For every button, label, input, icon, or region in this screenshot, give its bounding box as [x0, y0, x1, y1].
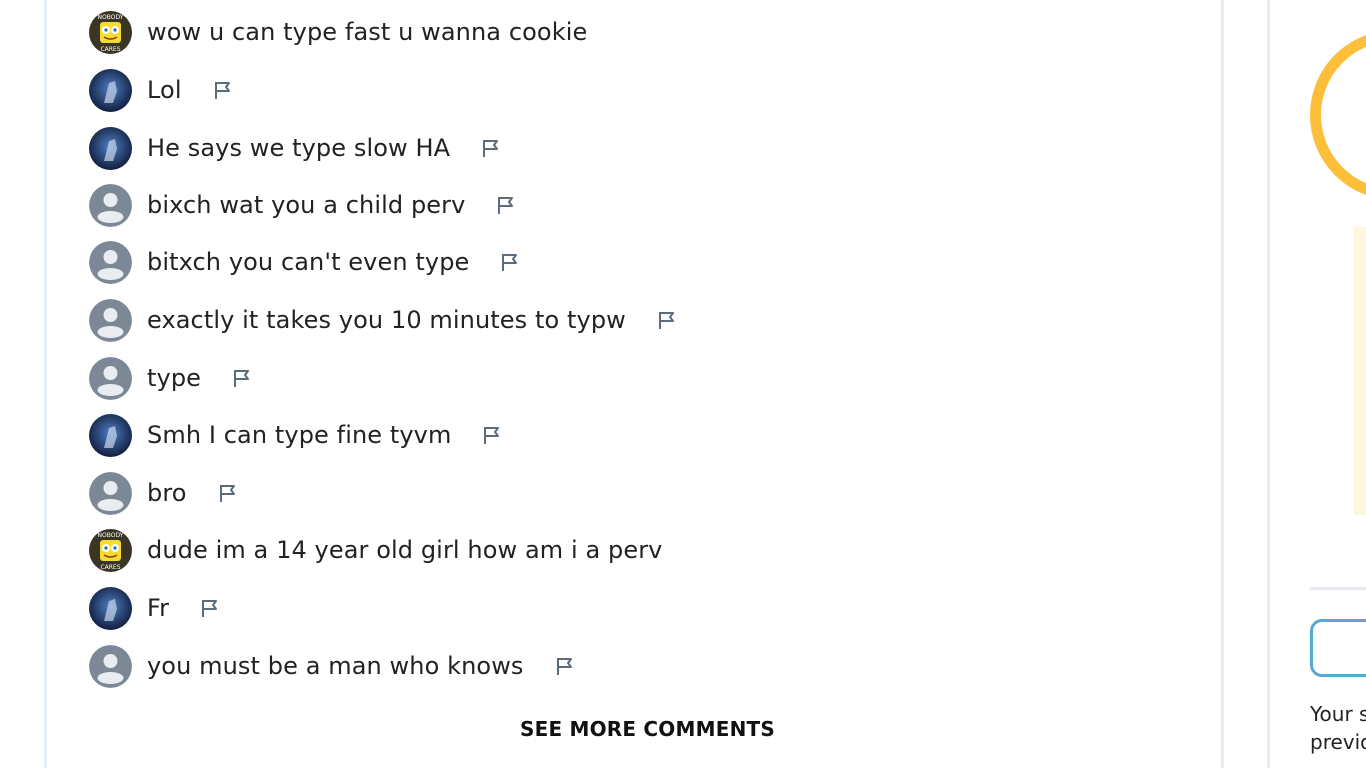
sidebar-info-line2: previo [1310, 730, 1366, 754]
dark-blue-avatar[interactable] [89, 586, 132, 630]
comment-text: bitxch you can't even type [147, 248, 470, 276]
default-user-avatar[interactable] [89, 644, 132, 688]
comment-text: you must be a man who knows [147, 652, 524, 680]
comment-row: He says we type slow HA [89, 126, 502, 170]
svg-text:NOBODY: NOBODY [98, 532, 124, 539]
right-sidebar: I Your s previo [1267, 0, 1366, 768]
sidebar-info-line1: Your s [1310, 702, 1366, 726]
default-user-avatar[interactable] [89, 471, 132, 515]
svg-text:CARES: CARES [100, 564, 120, 571]
comment-row: bro [89, 471, 239, 515]
comment-row: Smh I can type fine tyvm [89, 413, 503, 457]
comment-text: bixch wat you a child perv [147, 191, 466, 219]
svg-text:NOBODY: NOBODY [98, 14, 124, 21]
sidebar-info-text: Your s previo [1310, 700, 1366, 756]
default-user-avatar[interactable] [89, 183, 132, 227]
comment-text: bro [147, 479, 187, 507]
comment-text: dude im a 14 year old girl how am i a pe… [147, 536, 663, 564]
page: NOBODY CARES wow u can type fast u wanna… [0, 0, 1366, 768]
comment-row: Fr [89, 586, 221, 630]
default-user-avatar[interactable] [89, 298, 132, 342]
comment-row: Lol [89, 68, 234, 112]
sidebar-action-button[interactable]: I [1310, 619, 1366, 677]
spongebob-avatar[interactable]: NOBODY CARES [89, 10, 132, 54]
comment-text: He says we type slow HA [147, 134, 451, 162]
default-user-avatar[interactable] [89, 356, 132, 400]
comment-text: wow u can type fast u wanna cookie [147, 18, 588, 46]
comment-text: type [147, 364, 202, 392]
comment-row: bitxch you can't even type [89, 240, 521, 284]
dark-blue-avatar[interactable] [89, 413, 132, 457]
flag-icon[interactable] [554, 655, 576, 677]
dark-blue-avatar[interactable] [89, 126, 132, 170]
see-more-comments-button[interactable]: SEE MORE COMMENTS [520, 717, 775, 741]
divider [1310, 587, 1366, 590]
comment-text: exactly it takes you 10 minutes to typw [147, 306, 626, 334]
comment-text: Fr [147, 594, 170, 622]
dark-blue-avatar[interactable] [89, 68, 132, 112]
comment-row: type [89, 356, 253, 400]
spongebob-avatar[interactable]: NOBODY CARES [89, 528, 132, 572]
flag-icon[interactable] [495, 194, 517, 216]
comment-text: Lol [147, 76, 182, 104]
comment-row: exactly it takes you 10 minutes to typw [89, 298, 678, 342]
flag-icon[interactable] [499, 251, 521, 273]
comment-row: NOBODY CARES dude im a 14 year old girl … [89, 528, 662, 572]
svg-text:CARES: CARES [100, 46, 120, 53]
comment-row: bixch wat you a child perv [89, 183, 517, 227]
flag-icon[interactable] [212, 79, 234, 101]
flag-icon[interactable] [480, 137, 502, 159]
flag-icon[interactable] [656, 309, 678, 331]
comment-text: Smh I can type fine tyvm [147, 421, 452, 449]
progress-ring [1310, 30, 1366, 200]
default-user-avatar[interactable] [89, 240, 132, 284]
flag-icon[interactable] [199, 597, 221, 619]
flag-icon[interactable] [231, 367, 253, 389]
comment-row: you must be a man who knows [89, 644, 576, 688]
flag-icon[interactable] [217, 482, 239, 504]
comment-row: NOBODY CARES wow u can type fast u wanna… [89, 10, 587, 54]
highlight-panel [1354, 227, 1366, 515]
flag-icon[interactable] [481, 424, 503, 446]
